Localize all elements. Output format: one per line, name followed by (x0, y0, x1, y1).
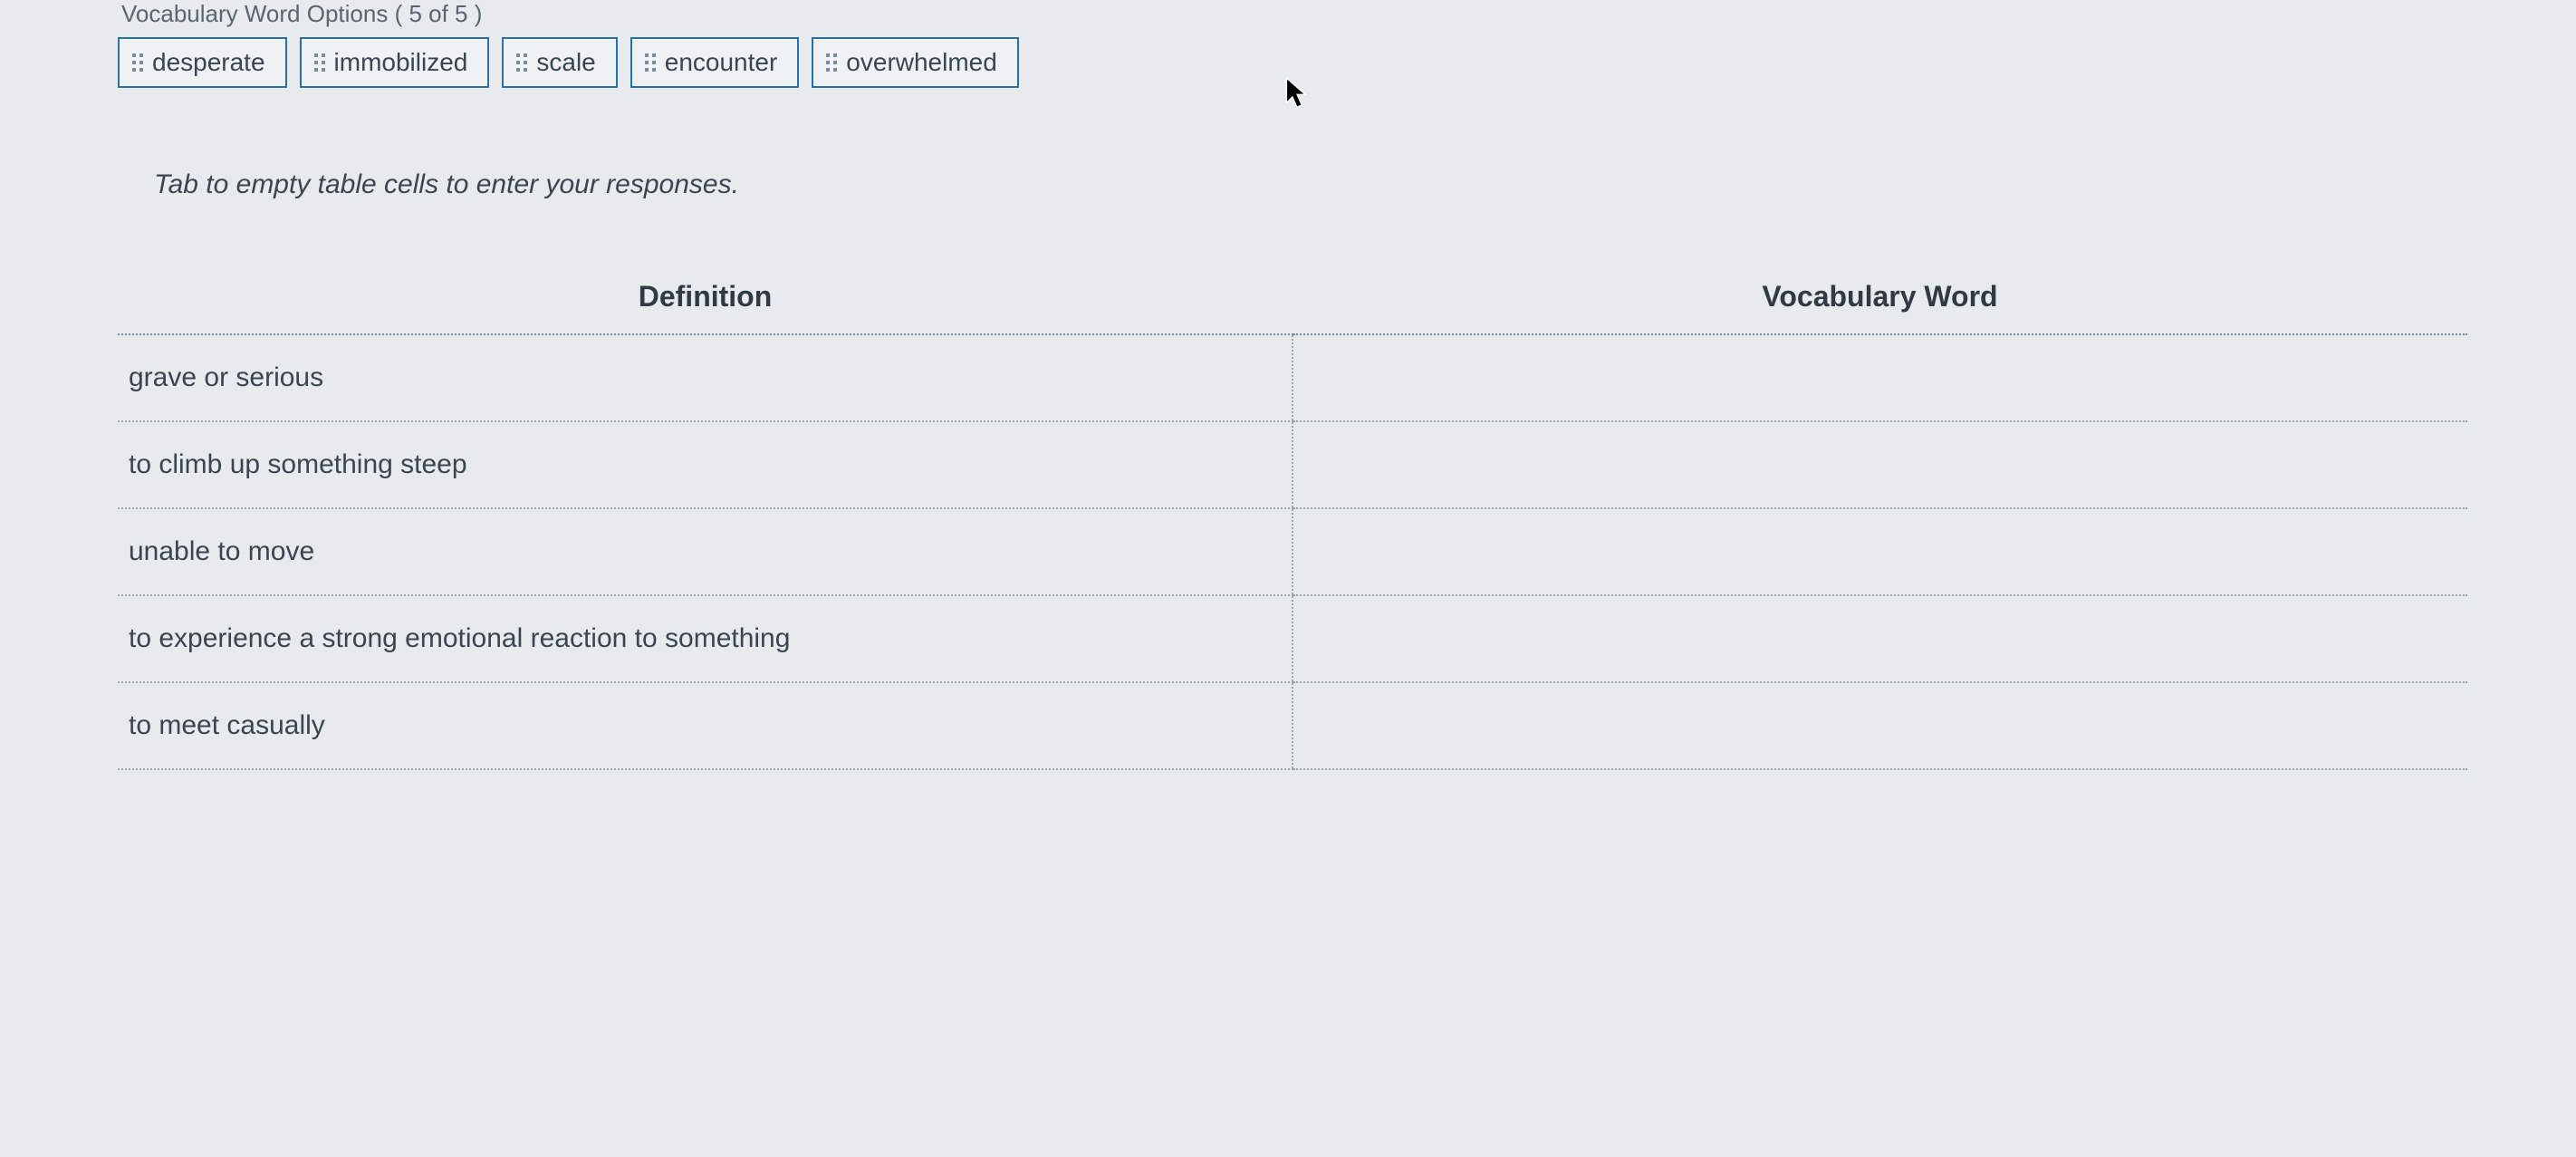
word-options-row: desperate immobilized scale encounter ov… (118, 37, 2467, 88)
options-heading: Vocabulary Word Options ( 5 of 5 ) (118, 0, 2467, 28)
word-chip[interactable]: encounter (630, 37, 800, 88)
word-chip[interactable]: overwhelmed (812, 37, 1019, 88)
definition-cell: to climb up something steep (118, 421, 1293, 508)
vocab-word-cell[interactable] (1293, 421, 2467, 508)
drag-handle-icon (645, 53, 656, 72)
instructions-text: Tab to empty table cells to enter your r… (118, 169, 2467, 200)
definition-cell: to experience a strong emotional reactio… (118, 595, 1293, 682)
word-chip-label: encounter (665, 48, 778, 77)
word-chip[interactable]: scale (502, 37, 617, 88)
table-row: to experience a strong emotional reactio… (118, 595, 2467, 682)
drag-handle-icon (516, 53, 527, 72)
word-chip[interactable]: desperate (118, 37, 287, 88)
definition-cell: unable to move (118, 508, 1293, 595)
vocab-table: Definition Vocabulary Word grave or seri… (118, 264, 2467, 770)
drag-handle-icon (132, 53, 143, 72)
definition-cell: to meet casually (118, 682, 1293, 769)
table-row: grave or serious (118, 334, 2467, 421)
word-chip-label: immobilized (334, 48, 468, 77)
vocab-word-cell[interactable] (1293, 334, 2467, 421)
word-chip-label: scale (536, 48, 595, 77)
word-chip-label: desperate (152, 48, 265, 77)
drag-handle-icon (314, 53, 325, 72)
word-chip-label: overwhelmed (846, 48, 997, 77)
table-row: to climb up something steep (118, 421, 2467, 508)
drag-handle-icon (826, 53, 837, 72)
table-row: unable to move (118, 508, 2467, 595)
vocab-word-cell[interactable] (1293, 595, 2467, 682)
vocab-word-cell[interactable] (1293, 508, 2467, 595)
vocab-word-cell[interactable] (1293, 682, 2467, 769)
header-definition: Definition (118, 264, 1293, 334)
definition-cell: grave or serious (118, 334, 1293, 421)
table-row: to meet casually (118, 682, 2467, 769)
word-chip[interactable]: immobilized (300, 37, 490, 88)
header-vocab-word: Vocabulary Word (1293, 264, 2467, 334)
